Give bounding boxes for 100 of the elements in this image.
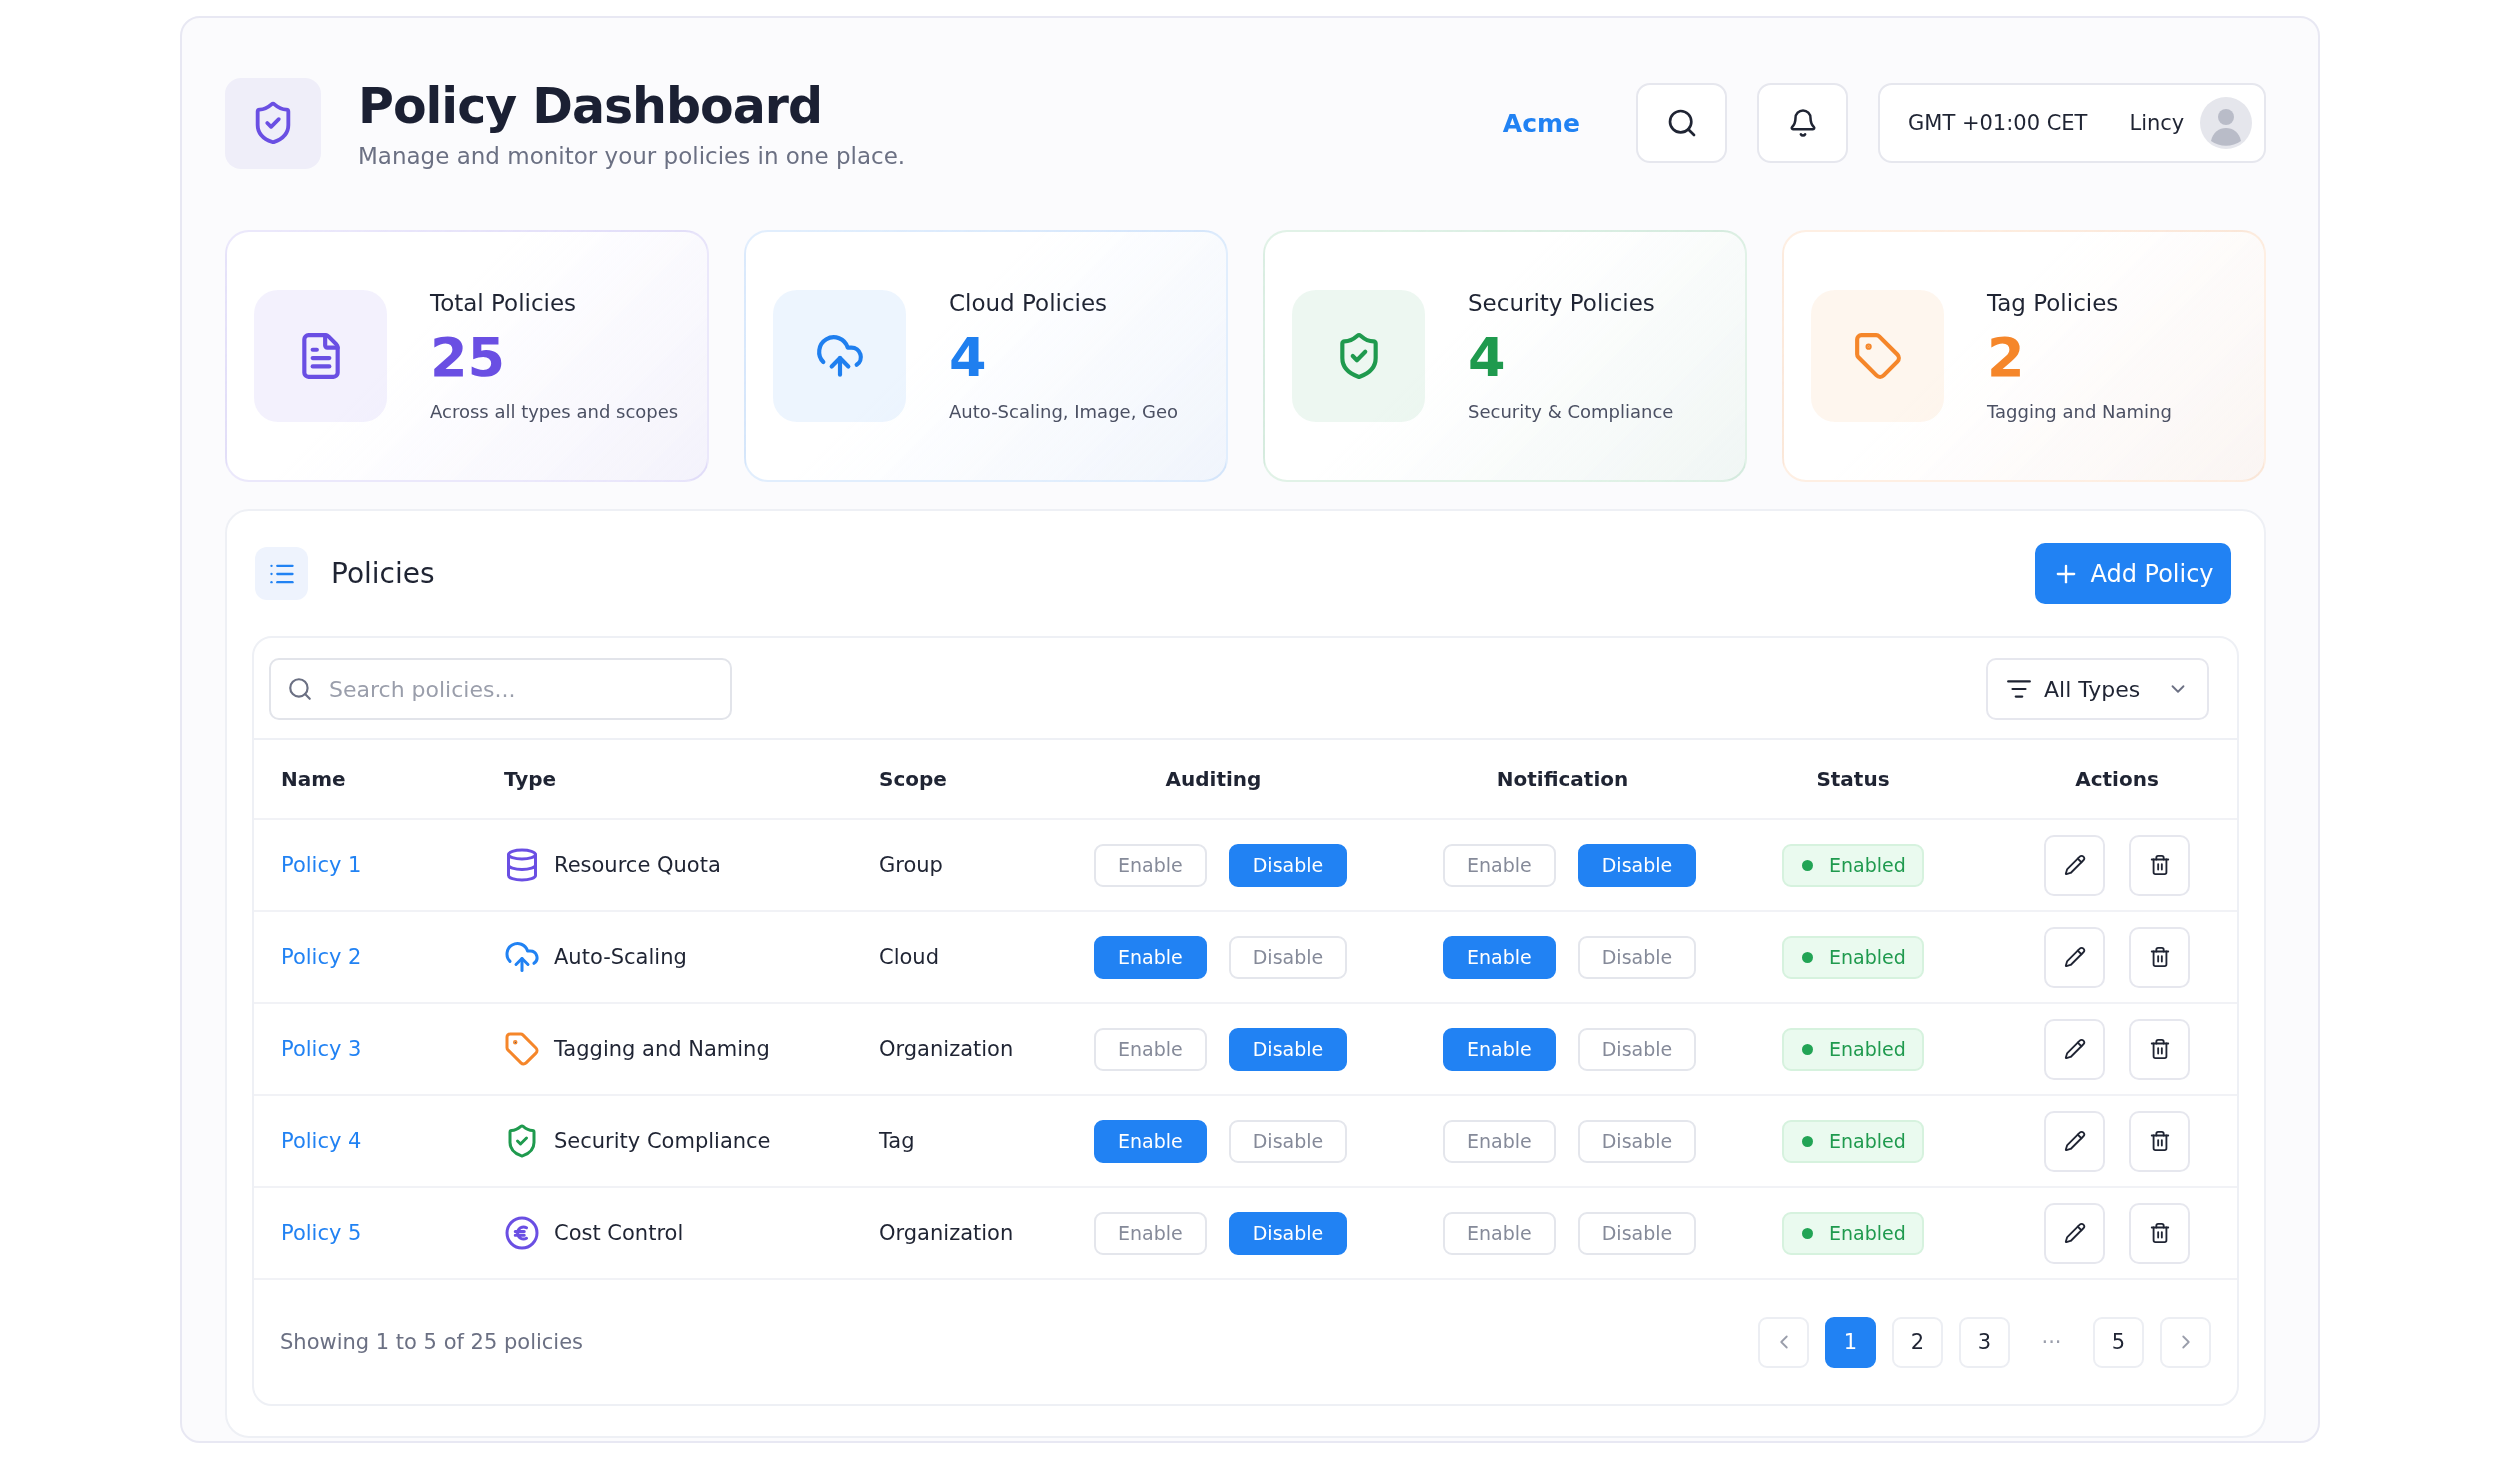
notifications-button[interactable] [1757, 83, 1848, 163]
database-icon [504, 847, 540, 883]
page-button[interactable]: 1 [1825, 1316, 1876, 1368]
user-name: Lincy [2129, 111, 2185, 135]
edit-button[interactable] [2044, 834, 2105, 896]
toggle-button[interactable]: Enable [1094, 1211, 1207, 1255]
stat-caption: Auto-Scaling, Image, Geo [949, 401, 1179, 422]
table-cell: Organization [879, 1037, 1014, 1061]
table-cell: Tag [879, 1129, 915, 1153]
page-button[interactable]: 2 [1892, 1316, 1943, 1368]
delete-button[interactable] [2129, 926, 2190, 988]
stat-value: 2 [1987, 326, 2026, 389]
policy-link[interactable]: Policy 2 [281, 945, 362, 969]
edit-button[interactable] [2044, 926, 2105, 988]
toggle-button[interactable]: Disable [1577, 1119, 1697, 1163]
toggle-button-active[interactable]: Disable [1228, 843, 1348, 887]
pencil-icon [2063, 946, 2086, 968]
toggle-button[interactable]: Enable [1443, 1119, 1556, 1163]
stat-value: 25 [430, 326, 507, 389]
user-menu[interactable]: GMT +01:00 CET Lincy [1878, 83, 2266, 163]
trash-icon [2148, 946, 2171, 968]
page-button[interactable]: 3 [1959, 1316, 2010, 1368]
page-title: Policy Dashboard [358, 77, 824, 135]
toggle-button-active[interactable]: Disable [1228, 1211, 1348, 1255]
stat-title: Security Policies [1468, 290, 1656, 316]
edit-button[interactable] [2044, 1110, 2105, 1172]
toggle-button[interactable]: Disable [1577, 1211, 1697, 1255]
policy-link[interactable]: Policy 3 [281, 1037, 362, 1061]
policy-link[interactable]: Policy 4 [281, 1129, 362, 1153]
search-icon [287, 676, 313, 702]
stat-caption: Across all types and scopes [430, 401, 679, 422]
euro-icon [504, 1215, 540, 1251]
table-cell: Cloud [879, 945, 939, 969]
pencil-icon [2063, 854, 2086, 876]
table-cell: Security Compliance [554, 1129, 771, 1153]
toggle-button[interactable]: Disable [1228, 1119, 1348, 1163]
toggle-button-active[interactable]: Disable [1577, 843, 1697, 887]
avatar-icon [2200, 97, 2252, 149]
column-header: Actions [2074, 767, 2160, 791]
stat-value: 4 [1468, 326, 1507, 389]
toggle-button-active[interactable]: Enable [1443, 935, 1556, 979]
search-button[interactable] [1636, 83, 1727, 163]
delete-button[interactable] [2129, 1110, 2190, 1172]
pencil-icon [2063, 1130, 2086, 1152]
pencil-icon [2063, 1038, 2086, 1060]
toggle-button[interactable]: Disable [1577, 935, 1697, 979]
trash-icon [2148, 854, 2171, 876]
policy-link[interactable]: Policy 5 [281, 1221, 362, 1245]
delete-button[interactable] [2129, 1018, 2190, 1080]
status-badge: Enabled [1782, 1027, 1924, 1071]
tag-icon [504, 1031, 540, 1067]
type-filter-dropdown[interactable]: All Types [1986, 658, 2209, 720]
column-header: Name [281, 767, 347, 791]
pencil-icon [2063, 1222, 2086, 1244]
table-cell: Group [879, 853, 943, 877]
pagination-summary: Showing 1 to 5 of 25 policies [280, 1330, 584, 1354]
timezone-label: GMT +01:00 CET [1908, 111, 2088, 135]
stat-value: 4 [949, 326, 988, 389]
table-cell: Auto-Scaling [554, 945, 687, 969]
column-header: Status [1815, 767, 1891, 791]
search-field[interactable]: Search policies... [269, 658, 732, 720]
status-badge: Enabled [1782, 935, 1924, 979]
toggle-button-active[interactable]: Disable [1228, 1027, 1348, 1071]
policy-link[interactable]: Policy 1 [281, 853, 362, 877]
organization-link[interactable]: Acme [1502, 108, 1580, 138]
add-policy-button[interactable]: Add Policy [2035, 543, 2231, 604]
trash-icon [2148, 1038, 2171, 1060]
status-badge: Enabled [1782, 1211, 1924, 1255]
toggle-button[interactable]: Disable [1228, 935, 1348, 979]
stat-caption: Security & Compliance [1468, 401, 1674, 422]
delete-button[interactable] [2129, 1202, 2190, 1264]
table-cell: Organization [879, 1221, 1014, 1245]
toggle-button[interactable]: Enable [1094, 843, 1207, 887]
toggle-button[interactable]: Enable [1094, 1027, 1207, 1071]
toggle-button[interactable]: Enable [1443, 1211, 1556, 1255]
table-cell: Resource Quota [554, 853, 721, 877]
column-header: Type [504, 767, 558, 791]
stat-title: Tag Policies [1987, 290, 2120, 316]
toggle-button-active[interactable]: Enable [1094, 935, 1207, 979]
toggle-button-active[interactable]: Enable [1443, 1027, 1556, 1071]
stat-title: Total Policies [430, 290, 578, 316]
status-badge: Enabled [1782, 843, 1924, 887]
page-button[interactable]: 5 [2093, 1316, 2144, 1368]
delete-button[interactable] [2129, 834, 2190, 896]
stat-title: Cloud Policies [949, 290, 1109, 316]
column-header: Scope [879, 767, 948, 791]
table-cell: Tagging and Naming [554, 1037, 770, 1061]
pagination-ellipsis: ··· [2040, 1330, 2063, 1354]
toggle-button-active[interactable]: Enable [1094, 1119, 1207, 1163]
edit-button[interactable] [2044, 1018, 2105, 1080]
trash-icon [2148, 1130, 2171, 1152]
edit-button[interactable] [2044, 1202, 2105, 1264]
list-icon [255, 547, 308, 600]
trash-icon [2148, 1222, 2171, 1244]
column-header: Notification [1495, 767, 1630, 791]
column-header: Auditing [1164, 767, 1263, 791]
toggle-button[interactable]: Disable [1577, 1027, 1697, 1071]
toggle-button[interactable]: Enable [1443, 843, 1556, 887]
stat-caption: Tagging and Naming [1987, 401, 2172, 422]
page-subtitle: Manage and monitor your policies in one place. [358, 142, 907, 169]
